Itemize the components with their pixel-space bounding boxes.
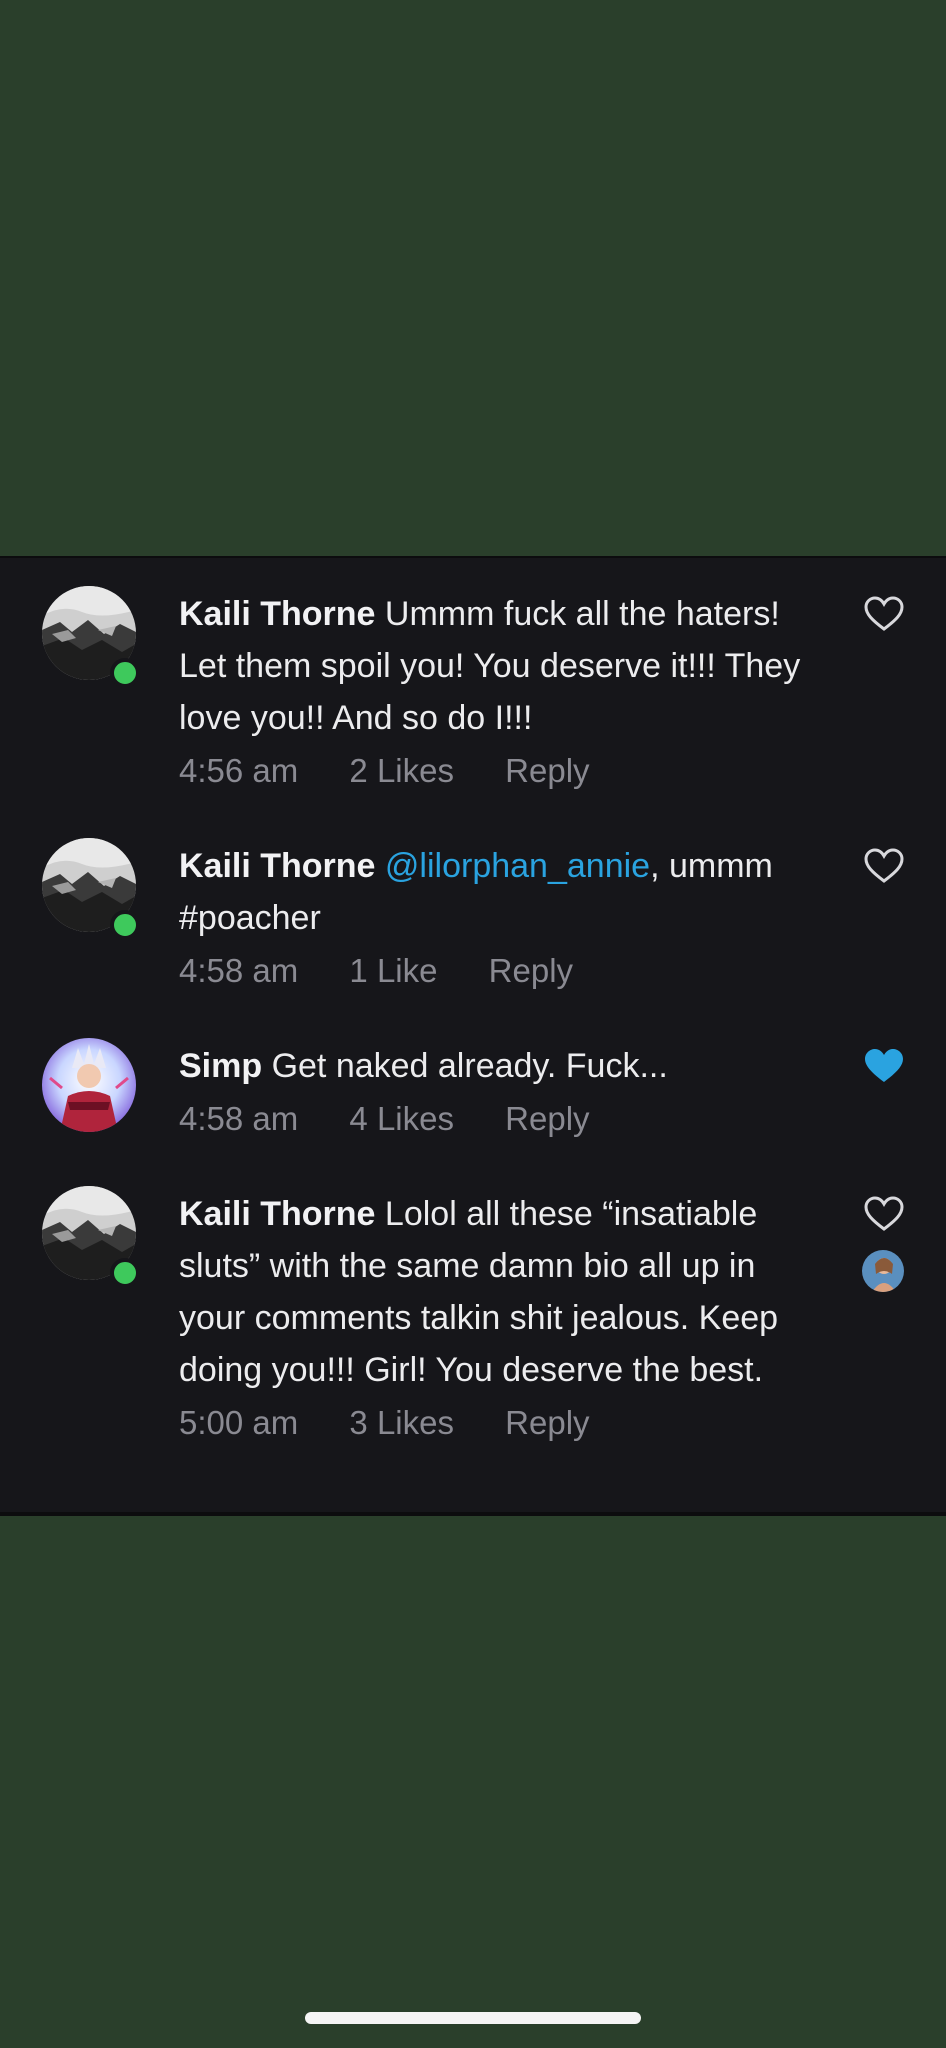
comment-username[interactable]: Kaili Thorne [179,1195,375,1233]
comment-likes-count[interactable]: 1 Like [349,946,437,996]
comment-meta: 4:58 am 1 Like Reply [179,946,819,996]
comment-meta: 5:00 am 3 Likes Reply [179,1398,819,1448]
comment-text: Kaili Thorne @lilorphan_annie, ummm #poa… [179,840,819,944]
creator-liked-avatar [862,1250,904,1292]
reply-button[interactable]: Reply [489,946,573,996]
online-status-indicator [110,658,140,688]
comment-likes-count[interactable]: 2 Likes [349,746,454,796]
screen: Kaili Thorne Ummm fuck all the haters! L… [0,0,946,2048]
comment-message: Get naked already. Fuck... [262,1047,668,1085]
reply-button[interactable]: Reply [505,1094,589,1144]
heart-outline-icon[interactable] [864,848,904,884]
comment-time: 4:58 am [179,1100,299,1137]
heart-outline-icon[interactable] [864,1196,904,1232]
reply-button[interactable]: Reply [505,1398,589,1448]
comment-time: 4:58 am [179,952,299,989]
anime-character-avatar[interactable] [42,1038,136,1132]
comment-likes-count[interactable]: 4 Likes [349,1094,454,1144]
heart-filled-icon[interactable] [864,1048,904,1084]
comment-meta: 4:56 am 2 Likes Reply [179,746,819,796]
reply-button[interactable]: Reply [505,746,589,796]
comment-text: Kaili Thorne Ummm fuck all the haters! L… [179,588,819,744]
user-mention-link[interactable]: @lilorphan_annie [385,847,650,885]
online-status-indicator [110,1258,140,1288]
comment-username[interactable]: Kaili Thorne [179,847,375,885]
comment-username[interactable]: Kaili Thorne [179,595,375,633]
online-status-indicator [110,910,140,940]
comment-likes-count[interactable]: 3 Likes [349,1398,454,1448]
comment-text: Simp Get naked already. Fuck... [179,1040,819,1092]
comment-time: 5:00 am [179,1404,299,1441]
home-indicator[interactable] [305,2012,641,2024]
comment-text: Kaili Thorne Lolol all these “insatiable… [179,1188,819,1396]
comment-time: 4:56 am [179,752,299,789]
comments-list: Kaili Thorne Ummm fuck all the haters! L… [0,556,946,1516]
heart-outline-icon[interactable] [864,596,904,632]
comment-username[interactable]: Simp [179,1047,262,1085]
comment-meta: 4:58 am 4 Likes Reply [179,1094,819,1144]
